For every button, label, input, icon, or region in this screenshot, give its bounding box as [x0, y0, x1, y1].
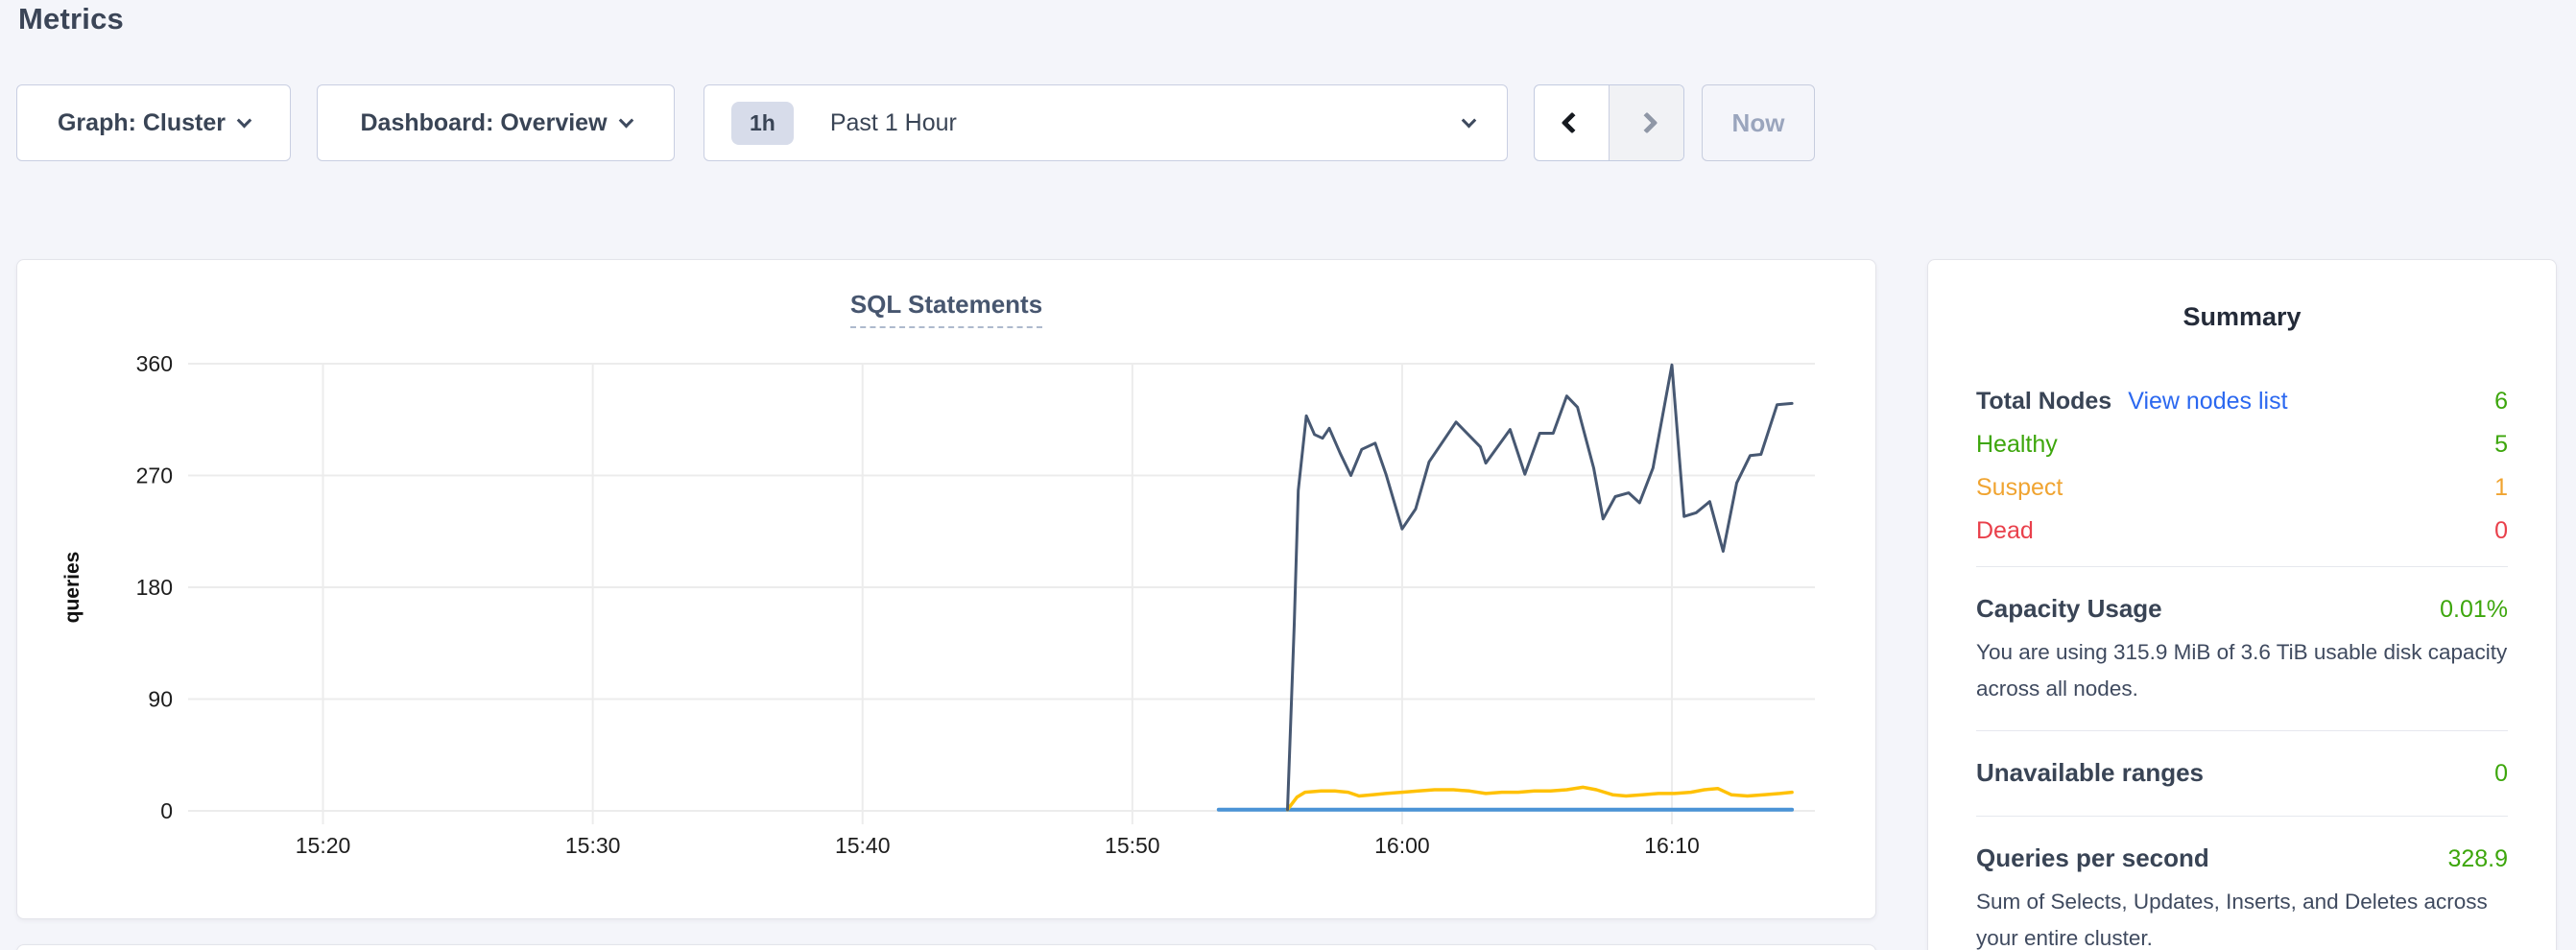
dead-label: Dead: [1976, 510, 2034, 553]
capacity-usage-value: 0.01%: [2440, 592, 2508, 627]
x-tick-label: 15:40: [835, 833, 891, 858]
y-tick-label: 90: [148, 687, 173, 712]
view-nodes-list-link[interactable]: View nodes list: [2128, 380, 2287, 423]
graph-dropdown[interactable]: Graph: Cluster: [16, 84, 291, 161]
queries-per-second-value: 328.9: [2447, 842, 2508, 876]
healthy-value: 5: [2494, 423, 2508, 466]
chevron-right-icon: [1635, 112, 1658, 134]
graph-dropdown-label: Graph: Cluster: [58, 109, 226, 137]
y-axis-label: queries: [61, 552, 83, 624]
series-line-yellow: [1288, 787, 1793, 809]
chart-title[interactable]: SQL Statements: [850, 290, 1042, 328]
summary-title: Summary: [1976, 302, 2508, 332]
total-nodes-label: Total Nodes: [1976, 380, 2111, 423]
y-tick-label: 360: [136, 351, 173, 376]
unavailable-ranges-label: Unavailable ranges: [1976, 755, 2204, 790]
chevron-down-icon: [1462, 112, 1477, 128]
time-range-dropdown[interactable]: 1h Past 1 Hour: [704, 84, 1508, 161]
time-step-forward-button[interactable]: [1609, 85, 1683, 160]
chart-title-wrap: SQL Statements: [17, 290, 1875, 328]
summary-panel: Summary Total Nodes View nodes list 6 He…: [1927, 259, 2557, 950]
queries-per-second-description: Sum of Selects, Updates, Inserts, and De…: [1976, 884, 2508, 950]
x-tick-label: 15:30: [565, 833, 621, 858]
capacity-usage-section: Capacity Usage 0.01% You are using 315.9…: [1976, 591, 2508, 707]
dashboard-dropdown[interactable]: Dashboard: Overview: [317, 84, 675, 161]
suspect-value: 1: [2494, 466, 2508, 510]
dashboard-dropdown-label: Dashboard: Overview: [360, 109, 607, 137]
capacity-usage-description: You are using 315.9 MiB of 3.6 TiB usabl…: [1976, 634, 2508, 707]
sql-statements-chart[interactable]: 15:20 15:30 15:40 15:50 16:00 16:10 0 90 180 270 3…: [17, 260, 1875, 918]
x-tick-label: 16:10: [1644, 833, 1700, 858]
now-button[interactable]: Now: [1702, 84, 1815, 161]
unavailable-ranges-value: 0: [2494, 756, 2508, 791]
page-title: Metrics: [18, 2, 124, 36]
queries-per-second-label: Queries per second: [1976, 841, 2209, 875]
queries-per-second-section: Queries per second 328.9 Sum of Selects,…: [1976, 841, 2508, 950]
metrics-page: Metrics Graph: Cluster Dashboard: Overvi…: [0, 0, 2576, 950]
sql-statements-chart-card: 15:20 15:30 15:40 15:50 16:00 16:10 0 90 180 270 3…: [16, 259, 1876, 919]
healthy-label: Healthy: [1976, 423, 2058, 466]
time-step-buttons: [1534, 84, 1684, 161]
divider: [1976, 730, 2508, 731]
suspect-label: Suspect: [1976, 466, 2063, 510]
x-tick-label: 15:50: [1105, 833, 1160, 858]
unavailable-ranges-section: Unavailable ranges 0: [1976, 755, 2508, 791]
time-range-label: Past 1 Hour: [830, 109, 957, 137]
y-tick-label: 270: [136, 463, 173, 488]
healthy-nodes-row: Healthy 5: [1976, 423, 2508, 466]
time-range-badge: 1h: [731, 102, 794, 145]
y-tick-label: 0: [160, 798, 173, 823]
chevron-down-icon: [618, 112, 633, 128]
capacity-usage-label: Capacity Usage: [1976, 591, 2162, 626]
x-tick-label: 16:00: [1374, 833, 1430, 858]
divider: [1976, 566, 2508, 567]
chevron-down-icon: [237, 112, 252, 128]
dead-value: 0: [2494, 510, 2508, 553]
x-tick-label: 15:20: [296, 833, 351, 858]
nodes-block: Total Nodes View nodes list 6 Healthy 5 …: [1976, 380, 2508, 553]
chevron-left-icon: [1561, 112, 1583, 134]
y-tick-label: 180: [136, 575, 173, 600]
time-step-back-button[interactable]: [1535, 85, 1609, 160]
suspect-nodes-row: Suspect 1: [1976, 466, 2508, 510]
next-chart-card: [16, 944, 1876, 950]
dead-nodes-row: Dead 0: [1976, 510, 2508, 553]
total-nodes-value: 6: [2494, 380, 2508, 423]
total-nodes-row: Total Nodes View nodes list 6: [1976, 380, 2508, 423]
divider: [1976, 816, 2508, 817]
